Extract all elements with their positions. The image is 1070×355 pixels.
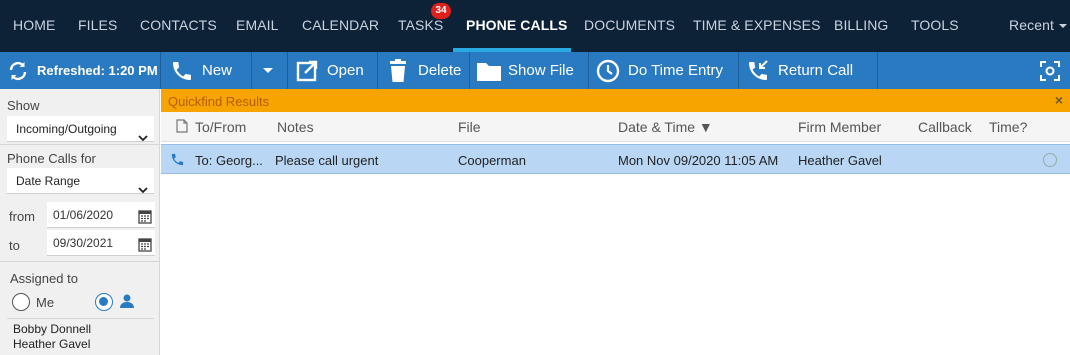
to-date-field[interactable]: 09/30/2021 [47, 230, 155, 256]
clock-icon [596, 59, 620, 83]
assigned-to-label: Assigned to [10, 271, 78, 286]
chevron-down-icon [1058, 24, 1067, 29]
to-date-value: 09/30/2021 [53, 236, 114, 250]
return-call-label: Return Call [778, 62, 854, 79]
show-file-label: Show File [508, 62, 574, 79]
time-entry-button[interactable]: Do Time Entry [596, 52, 723, 89]
trash-icon [388, 58, 408, 83]
open-label: Open [327, 62, 364, 79]
nav-contacts[interactable]: CONTACTS [140, 0, 217, 52]
divider [287, 52, 288, 89]
folder-icon [476, 60, 502, 82]
show-file-button[interactable]: Show File [476, 52, 574, 89]
assigned-me-label: Me [36, 295, 55, 310]
return-call-button[interactable]: Return Call [746, 52, 853, 89]
screenshot-icon [1039, 60, 1061, 82]
recent-menu[interactable]: Recent [1009, 0, 1067, 52]
nav-phone-calls[interactable]: PHONE CALLS [466, 0, 567, 52]
show-select-value: Incoming/Outgoing [16, 122, 117, 136]
cell-date-time: Mon Nov 09/2020 11:05 AM [618, 153, 779, 168]
divider [0, 144, 160, 145]
assigned-user-item: Bobby Donnell [13, 322, 92, 336]
divider [469, 52, 470, 89]
cell-firm-member: Heather Gavel [798, 153, 882, 168]
assigned-me-radio[interactable] [12, 293, 30, 311]
column-to-from[interactable]: To/From [195, 119, 246, 135]
refresh-button[interactable]: Refreshed: 1:20 PM [7, 52, 158, 89]
table-row[interactable]: To: Georg... Please call urgent Cooperma… [161, 144, 1070, 174]
from-date-value: 01/06/2020 [53, 208, 114, 222]
phone-calls-grid: Quickfind Results × To/From Notes File D… [161, 89, 1070, 355]
phone-callback-icon [746, 59, 770, 83]
calendar-icon[interactable] [138, 235, 152, 261]
time-entry-label: Do Time Entry [628, 62, 724, 79]
nav-tools[interactable]: TOOLS [911, 0, 959, 52]
nav-email[interactable]: EMAIL [236, 0, 279, 52]
recent-label: Recent [1009, 17, 1054, 33]
divider [588, 52, 589, 89]
divider [160, 52, 161, 89]
show-label: Show [7, 98, 40, 113]
caret-down-icon [262, 67, 274, 75]
nav-files[interactable]: FILES [78, 0, 117, 52]
from-label: from [9, 209, 35, 224]
time-entry-circle-icon[interactable] [1043, 153, 1057, 167]
assigned-users-radio[interactable] [95, 293, 113, 311]
nav-documents[interactable]: DOCUMENTS [584, 0, 675, 52]
chevron-down-icon [138, 177, 148, 203]
cell-to-from: To: Georg... [195, 153, 263, 168]
delete-button[interactable]: Delete [388, 52, 461, 89]
nav-home[interactable]: HOME [13, 0, 55, 52]
cell-notes: Please call urgent [275, 153, 379, 168]
filter-panel: Show Incoming/Outgoing Phone Calls for D… [0, 89, 160, 355]
quickfind-label: Quickfind Results [168, 94, 270, 109]
divider [0, 261, 160, 262]
new-dropdown-button[interactable] [262, 52, 274, 89]
from-date-field[interactable]: 01/06/2020 [47, 202, 155, 228]
chevron-down-icon [138, 125, 148, 151]
refresh-icon [7, 61, 29, 81]
divider [877, 52, 878, 89]
calls-for-label: Phone Calls for [7, 151, 96, 166]
nav-time-expenses[interactable]: TIME & EXPENSES [693, 0, 821, 52]
phone-icon [170, 59, 194, 83]
assigned-user-item: Heather Gavel [13, 337, 91, 351]
external-link-icon [295, 59, 319, 83]
nav-billing[interactable]: BILLING [834, 0, 888, 52]
close-icon[interactable]: × [1055, 92, 1063, 108]
column-callback[interactable]: Callback [918, 119, 972, 135]
new-button[interactable]: New [170, 52, 232, 89]
focus-view-button[interactable] [1039, 52, 1061, 89]
nav-calendar[interactable]: CALENDAR [302, 0, 379, 52]
divider [251, 52, 252, 89]
refreshed-label: Refreshed: 1:20 PM [37, 63, 158, 78]
column-notes[interactable]: Notes [277, 119, 314, 135]
column-file[interactable]: File [458, 119, 481, 135]
document-icon [176, 119, 188, 136]
divider [7, 318, 154, 319]
top-navigation: HOME FILES CONTACTS EMAIL CALENDAR TASKS… [0, 0, 1070, 52]
tasks-count-badge: 34 [431, 3, 451, 19]
grid-header: To/From Notes File Date & Time ▼ Firm Me… [161, 112, 1070, 142]
divider [377, 52, 378, 89]
column-date-time[interactable]: Date & Time ▼ [618, 119, 713, 135]
open-button[interactable]: Open [295, 52, 364, 89]
calls-for-select[interactable]: Date Range [7, 168, 154, 194]
column-time[interactable]: Time? [989, 119, 1027, 135]
cell-file: Cooperman [458, 153, 526, 168]
divider [738, 52, 739, 89]
toolbar: Refreshed: 1:20 PM New Open Delete Show … [0, 52, 1070, 89]
calls-for-select-value: Date Range [16, 174, 81, 188]
outgoing-call-icon [170, 152, 185, 170]
delete-label: Delete [418, 62, 462, 79]
column-firm-member[interactable]: Firm Member [798, 119, 881, 135]
show-select[interactable]: Incoming/Outgoing [7, 116, 154, 142]
new-label: New [202, 62, 233, 79]
quickfind-bar: Quickfind Results × [161, 89, 1070, 112]
user-icon [119, 293, 135, 312]
to-label: to [9, 238, 20, 253]
